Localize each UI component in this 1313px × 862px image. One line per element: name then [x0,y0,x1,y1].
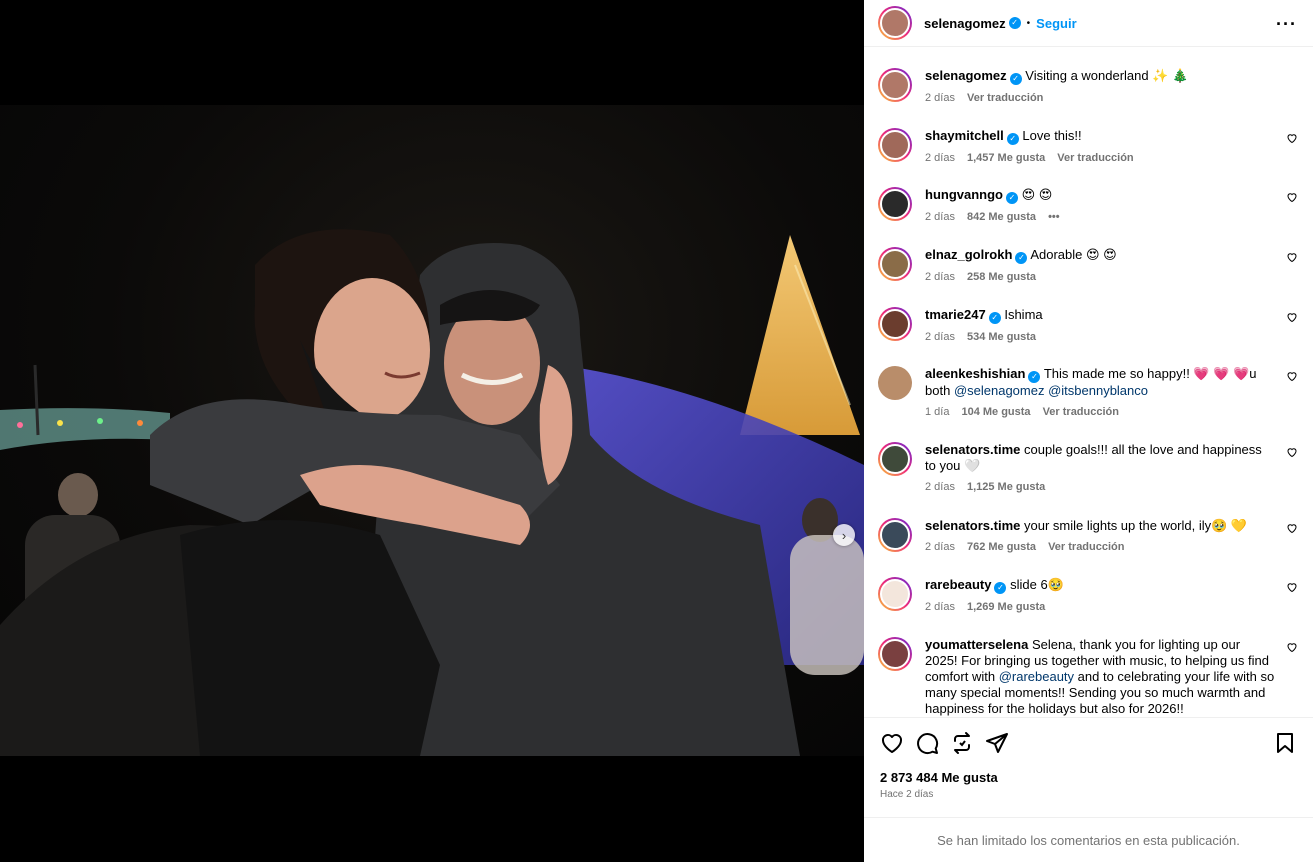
comment-likes[interactable]: 1,269 Me gusta [967,599,1045,615]
caption: selenagomez ✓ Visiting a wonderland ✨ 🎄 2… [878,68,1298,106]
comment-mention[interactable]: @rarebeauty [999,669,1074,684]
comment-item: aleenkeshishian ✓ This made me so happy!!… [878,366,1298,420]
comment-text: slide 6🥹 [1010,577,1064,592]
like-comment-icon[interactable] [1286,641,1298,653]
like-icon[interactable] [880,731,904,755]
comment-username[interactable]: selenators.time [925,442,1020,457]
comment-username[interactable]: shaymitchell [925,128,1004,143]
comment-item: elnaz_golrokh ✓ Adorable 😍 😍 2 días 258 M… [878,247,1298,285]
post-timestamp[interactable]: Hace 2 días [880,789,1297,800]
likes-count[interactable]: 2 873 484 Me gusta [880,770,1297,785]
translate-link[interactable]: Ver traducción [967,90,1043,106]
avatar[interactable] [878,366,912,400]
comment-item: selenators.time couple goals!!! all the … [878,442,1298,495]
comment-item: selenators.time your smile lights up the… [878,518,1298,555]
comment-username[interactable]: rarebeauty [925,577,991,592]
comment-time: 1 día [925,406,950,418]
comment-username[interactable]: tmarie247 [925,307,986,322]
comment-text: Love this!! [1022,128,1082,143]
post-actions: 2 873 484 Me gusta Hace 2 días [864,717,1313,817]
post-side-panel: selenagomez ✓ • Seguir ··· selenagomez ✓ … [864,0,1313,862]
comment-likes[interactable]: 842 Me gusta [967,209,1036,225]
author-username[interactable]: selenagomez [924,16,1006,31]
translate-link[interactable]: Ver traducción [1043,404,1119,420]
comment-likes[interactable]: 534 Me gusta [967,329,1036,345]
save-icon[interactable] [1273,731,1297,755]
avatar[interactable] [878,442,912,476]
like-comment-icon[interactable] [1286,581,1298,593]
comment-icon[interactable] [915,731,939,755]
comment-mentions[interactable]: @selenagomez @itsbennyblanco [954,383,1148,398]
avatar[interactable] [878,247,912,281]
avatar[interactable] [878,577,912,611]
comment-time: 2 días [925,541,955,553]
comment-username[interactable]: elnaz_golrokh [925,247,1012,262]
comment-item: shaymitchell ✓ Love this!! 2 días 1,457 M… [878,128,1298,166]
caption-text: Visiting a wonderland ✨ 🎄 [1025,68,1189,83]
verified-icon: ✓ [994,582,1007,594]
more-options-icon[interactable]: ··· [1276,14,1297,35]
comments-limited-notice: Se han limitado los comentarios en esta … [864,817,1313,862]
verified-icon: ✓ [1028,371,1041,383]
comment-username[interactable]: hungvanngo [925,187,1003,202]
comment-username[interactable]: youmatterselena [925,637,1028,652]
next-slide-button[interactable]: › [833,524,855,546]
avatar[interactable] [878,637,912,671]
author-avatar[interactable] [878,6,912,40]
photo-illustration [0,229,864,756]
verified-icon: ✓ [1006,192,1018,204]
like-comment-icon[interactable] [1286,191,1298,203]
like-comment-icon[interactable] [1286,370,1298,382]
comment-likes[interactable]: 258 Me gusta [967,269,1036,285]
like-comment-icon[interactable] [1286,251,1298,263]
comment-text: Adorable 😍 😍 [1030,247,1117,262]
separator-dot: • [1026,17,1031,29]
comment-time: 2 días [925,211,955,223]
comment-username[interactable]: aleenkeshishian [925,366,1025,381]
verified-icon: ✓ [1008,17,1021,29]
avatar[interactable] [878,128,912,162]
verified-icon: ✓ [988,312,1001,324]
translate-link[interactable]: Ver traducción [1048,539,1124,555]
comment-item: youmatterselena Selena, thank you for li… [878,637,1298,717]
comment-text: 😍 😍 [1021,187,1053,202]
comment-username[interactable]: selenators.time [925,518,1020,533]
comment-likes[interactable]: 762 Me gusta [967,539,1036,555]
post-photo[interactable]: › [0,105,864,756]
caption-time: 2 días [925,92,955,104]
like-comment-icon[interactable] [1286,132,1298,144]
comment-likes[interactable]: 1,125 Me gusta [967,479,1045,495]
follow-button[interactable]: Seguir [1036,16,1076,31]
comment-item: tmarie247 ✓ Ishima 2 días 534 Me gusta [878,307,1298,345]
like-comment-icon[interactable] [1286,522,1298,534]
post-header: selenagomez ✓ • Seguir ··· [864,0,1313,47]
comment-time: 2 días [925,601,955,613]
comment-text: Ishima [1004,307,1043,322]
comment-time: 2 días [925,481,955,493]
comment-time: 2 días [925,152,955,164]
comment-time: 2 días [925,331,955,343]
avatar[interactable] [878,307,912,341]
like-comment-icon[interactable] [1286,311,1298,323]
comment-item: hungvanngo ✓ 😍 😍 2 días 842 Me gusta ••• [878,187,1298,225]
comment-likes[interactable]: 1,457 Me gusta [967,150,1045,166]
like-comment-icon[interactable] [1286,446,1298,458]
avatar[interactable] [878,518,912,552]
avatar[interactable] [878,68,912,102]
avatar[interactable] [878,187,912,221]
share-icon[interactable] [985,731,1009,755]
comment-item: rarebeauty ✓ slide 6🥹 2 días 1,269 Me gus… [878,577,1298,615]
comment-username[interactable]: selenagomez [925,68,1007,83]
verified-icon: ✓ [1006,133,1019,145]
verified-icon: ✓ [1015,252,1028,264]
comment-text: your smile lights up the world, ily🥹 💛 [1024,518,1248,533]
comment-options-icon[interactable]: ••• [1048,209,1060,225]
comment-time: 2 días [925,271,955,283]
translate-link[interactable]: Ver traducción [1057,150,1133,166]
repost-icon[interactable] [950,731,974,755]
comments-list[interactable]: selenagomez ✓ Visiting a wonderland ✨ 🎄 2… [864,47,1313,717]
comment-likes[interactable]: 104 Me gusta [961,404,1030,420]
verified-icon: ✓ [1009,73,1022,85]
post-media: › [0,0,864,862]
